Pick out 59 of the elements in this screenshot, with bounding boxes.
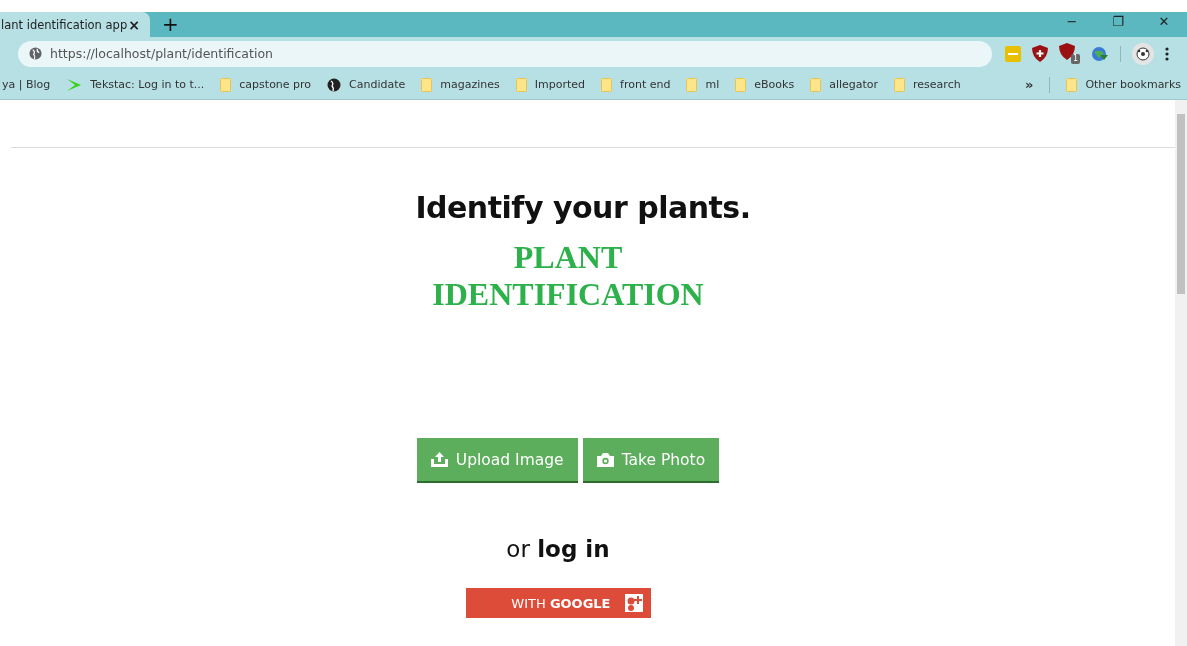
folder-icon bbox=[220, 77, 232, 92]
shield-icon[interactable] bbox=[1059, 43, 1075, 60]
ball-icon[interactable] bbox=[1132, 42, 1154, 65]
bookmark-label: magazines bbox=[440, 78, 500, 91]
upload-icon bbox=[430, 452, 448, 467]
bookmark-label: capstone pro bbox=[239, 78, 312, 91]
folder-icon bbox=[686, 77, 698, 92]
globe-icon[interactable] bbox=[1091, 45, 1109, 62]
bookmark-label: Other bookmarks bbox=[1085, 78, 1181, 91]
bookmark[interactable]: research bbox=[894, 77, 961, 92]
bookmark-label: research bbox=[913, 78, 961, 91]
folder-icon bbox=[421, 77, 433, 92]
chevron-icon bbox=[66, 77, 83, 92]
folder-icon bbox=[1066, 77, 1078, 92]
bookmark-label: Tekstac: Log in to t... bbox=[90, 78, 205, 91]
folder-icon bbox=[810, 77, 822, 92]
bookmark[interactable]: Candidate bbox=[327, 77, 406, 92]
bookmark-label: allegator bbox=[829, 78, 879, 91]
folder-icon bbox=[735, 77, 747, 92]
count-badge: 1 bbox=[1070, 54, 1080, 64]
bookmark[interactable]: eBooks bbox=[735, 77, 795, 92]
bookmark-label: front end bbox=[620, 78, 671, 91]
browser-tab[interactable]: lant identification app× bbox=[0, 12, 150, 37]
minimize-button[interactable]: − bbox=[1049, 12, 1095, 37]
bookmark[interactable]: front end bbox=[601, 77, 671, 92]
folder-icon bbox=[894, 77, 906, 92]
globe-icon bbox=[327, 77, 342, 92]
google-login-button[interactable]: WITH GOOGLE bbox=[465, 588, 651, 618]
more-bookmarks-button[interactable]: » bbox=[1024, 77, 1034, 92]
close-button[interactable]: ✕ bbox=[1141, 12, 1187, 37]
bookmark-label: eBooks bbox=[754, 78, 795, 91]
bookmark[interactable]: Other bookmarks bbox=[1066, 77, 1181, 92]
new-tab-button[interactable]: + bbox=[150, 12, 191, 37]
login-prompt: or log in bbox=[506, 536, 611, 562]
bookmark-label: Imported bbox=[534, 78, 586, 91]
bookmark[interactable]: Tekstac: Log in to t... bbox=[66, 77, 205, 92]
bookmark[interactable]: ya | Blog bbox=[2, 78, 51, 91]
menu-icon[interactable] bbox=[1165, 46, 1169, 61]
app-title: PLANT bbox=[513, 239, 623, 276]
tab-title: lant identification app bbox=[1, 17, 128, 32]
bookmark-label: Candidate bbox=[349, 78, 406, 91]
folder-icon bbox=[601, 77, 613, 92]
bookmark[interactable]: allegator bbox=[810, 77, 879, 92]
page-heading: Identify your plants. bbox=[415, 190, 751, 225]
bookmark[interactable]: ml bbox=[686, 77, 720, 92]
bookmark-label: ml bbox=[705, 78, 720, 91]
app-title: IDENTIFICATION bbox=[432, 276, 704, 313]
restore-button[interactable]: ❐ bbox=[1095, 12, 1141, 37]
bookmark[interactable]: capstone pro bbox=[220, 77, 312, 92]
shield-icon[interactable] bbox=[1032, 45, 1048, 62]
bookmark[interactable]: magazines bbox=[421, 77, 500, 92]
camera-icon bbox=[596, 452, 614, 467]
tab-close-button[interactable]: × bbox=[128, 16, 140, 33]
address-bar[interactable]: https://localhost/plant/identification bbox=[18, 40, 992, 67]
bookmark[interactable]: Imported bbox=[515, 77, 586, 92]
scrollbar[interactable] bbox=[1175, 100, 1187, 646]
folder-icon bbox=[515, 77, 527, 92]
globe-icon bbox=[29, 47, 42, 60]
google-plus-icon bbox=[624, 594, 643, 612]
